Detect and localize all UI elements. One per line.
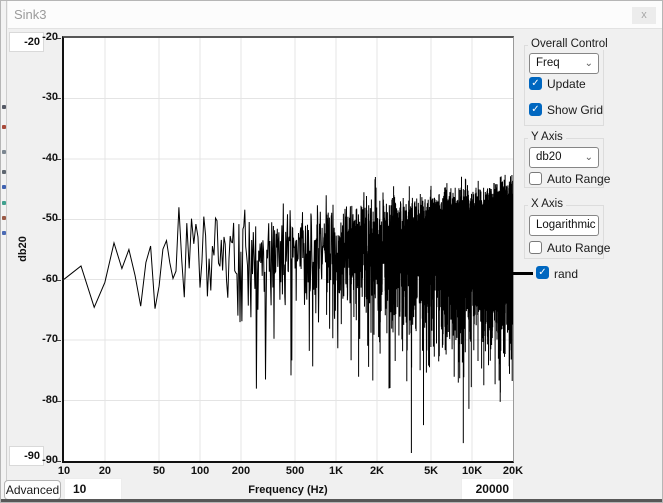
show-grid-checkbox[interactable]: ✓ (529, 103, 542, 116)
window-bottom-edge (1, 499, 663, 503)
x-tick-label: 20 (99, 465, 111, 477)
y-tick-label: -50 (19, 212, 58, 224)
clipped-icon (2, 185, 6, 189)
legend-line-swatch (512, 272, 533, 275)
x-tick-label: 20K (503, 465, 523, 477)
background-app-edge-strip (1, 1, 7, 503)
y-auto-range-checkbox[interactable] (529, 172, 542, 185)
y-axis-title: db20 (17, 231, 31, 267)
clipped-icon (2, 201, 6, 205)
x-max-input[interactable] (461, 478, 514, 500)
spectrum-plot-svg (64, 38, 513, 461)
window-title: Sink3 (14, 7, 47, 22)
y-tick-mark (57, 340, 61, 341)
sink-window: Sink3 x db20 Advanced 10 20 50 100 200 500 1K 2… (0, 0, 663, 503)
x-auto-range-checkbox[interactable] (529, 241, 542, 254)
y-axis-group: Y Axis db20 ⌄ Auto Range (524, 138, 604, 188)
x-axis-group-title: X Axis (528, 198, 566, 210)
clipped-icon (2, 231, 6, 235)
y-tick-label: -20 (19, 31, 58, 43)
overall-control-dropdown[interactable]: Freq ⌄ (529, 53, 599, 74)
rand-spectrum-trace (64, 175, 513, 453)
x-tick-label: 100 (191, 465, 209, 477)
x-tick-label: 200 (232, 465, 250, 477)
clipped-icon (2, 105, 6, 109)
clipped-icon (2, 125, 6, 129)
y-tick-mark (57, 38, 61, 39)
legend-series-checkbox[interactable]: ✓ (536, 266, 549, 279)
x-tick-label: 10K (462, 465, 482, 477)
chevron-down-icon: ⌄ (585, 216, 593, 235)
update-label: Update (547, 77, 586, 91)
chevron-down-icon: ⌄ (585, 54, 593, 73)
overall-control-dropdown-value: Freq (536, 57, 560, 69)
clipped-icon (2, 150, 6, 154)
x-tick-label: 10 (58, 465, 70, 477)
y-tick-label: -30 (19, 91, 58, 103)
update-checkbox[interactable]: ✓ (529, 77, 542, 90)
advanced-button[interactable]: Advanced (4, 480, 61, 500)
x-tick-label: 500 (286, 465, 304, 477)
x-auto-range-label: Auto Range (547, 241, 610, 255)
overall-control-group: Overall Control Freq ⌄ ✓ Update ✓ Show G… (524, 45, 604, 126)
x-tick-label: 5K (424, 465, 438, 477)
y-tick-mark (57, 280, 61, 281)
chevron-down-icon: ⌄ (585, 148, 593, 167)
overall-control-group-title: Overall Control (528, 38, 611, 50)
y-tick-mark (57, 461, 61, 462)
y-tick-mark (57, 159, 61, 160)
y-tick-mark (57, 219, 61, 220)
y-tick-label: -80 (19, 394, 58, 406)
x-tick-label: 1K (329, 465, 343, 477)
title-bar[interactable]: Sink3 x (8, 1, 663, 29)
x-axis-group: X Axis Logarithmic ⌄ Auto Range (524, 205, 604, 259)
y-tick-label: -90 (19, 454, 58, 466)
y-auto-range-label: Auto Range (547, 172, 610, 186)
x-tick-label: 2K (370, 465, 384, 477)
clipped-icon (2, 170, 6, 174)
y-tick-label: -60 (19, 273, 58, 285)
spectrum-plot-canvas[interactable] (62, 36, 514, 463)
legend-series-label: rand (554, 267, 578, 281)
y-axis-group-title: Y Axis (528, 131, 566, 143)
y-tick-mark (57, 401, 61, 402)
x-tick-label: 50 (153, 465, 165, 477)
y-axis-dropdown[interactable]: db20 ⌄ (529, 147, 599, 168)
y-tick-mark (57, 98, 61, 99)
close-icon[interactable]: x (632, 7, 656, 24)
y-axis-dropdown-value: db20 (536, 151, 562, 163)
x-axis-dropdown[interactable]: Logarithmic ⌄ (529, 215, 599, 236)
clipped-icon (2, 216, 6, 220)
x-min-input[interactable] (64, 478, 122, 500)
y-tick-label: -70 (19, 333, 58, 345)
y-tick-label: -40 (19, 152, 58, 164)
show-grid-label: Show Grid (547, 103, 603, 117)
x-axis-title: Frequency (Hz) (248, 484, 327, 496)
